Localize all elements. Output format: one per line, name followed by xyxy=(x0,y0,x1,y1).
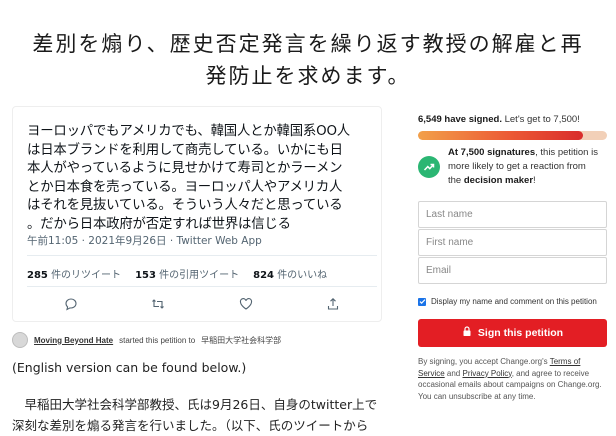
legal-text: By signing, you accept Change.org's xyxy=(418,357,550,366)
petition-body: (English version can be found below.) 早稲… xyxy=(12,357,382,436)
starter-name[interactable]: Moving Beyond Hate xyxy=(34,336,113,345)
legal-line-3: occasional emails about campaigns on Cha… xyxy=(418,380,602,389)
display-name-label[interactable]: Display my name and comment on this peti… xyxy=(431,297,597,306)
starter-action: started this petition to xyxy=(119,335,196,345)
signed-goal: Let's get to 7,500! xyxy=(504,114,580,125)
signature-progress-fill xyxy=(418,131,583,140)
reply-icon xyxy=(64,297,78,311)
signed-count: 6,549 have signed. xyxy=(418,114,502,125)
decision-maker-target: 早稲田大学社会科学部 xyxy=(201,335,282,345)
petition-title-line-2: 発防止を求めます。 xyxy=(205,64,411,89)
goal-text-2: more likely to get a reaction from xyxy=(448,161,586,172)
goal-text-3: the xyxy=(448,175,464,186)
legal-notice: By signing, you accept Change.org's Term… xyxy=(418,356,610,402)
retweet-icon xyxy=(151,297,165,311)
last-name-field[interactable]: Last name xyxy=(418,201,607,228)
privacy-policy-link[interactable]: Privacy Policy xyxy=(462,369,511,378)
tweet-stats: 285 件のリツイート 153 件の引用ツイート 824 件のいいね xyxy=(27,266,327,281)
retweet-stat: 285 件のリツイート xyxy=(27,266,121,281)
tweet-line: ヨーロッパでもアメリカでも、韓国人とか韓国系OO人 xyxy=(27,124,350,139)
tweet-timestamp: 午前11:05 · 2021年9月26日 · Twitter Web App xyxy=(27,235,262,247)
terms-of-service-link[interactable]: Service xyxy=(418,369,445,378)
goal-text-1: , this petition is xyxy=(535,147,598,158)
quote-label: 件の引用ツイート xyxy=(159,270,240,281)
retweet-count: 285 xyxy=(27,270,48,281)
goal-bold: At 7,500 signatures xyxy=(448,147,536,158)
terms-of-service-link[interactable]: Terms of xyxy=(550,357,581,366)
retweet-label: 件のリツイート xyxy=(51,270,122,281)
signature-progress-bar xyxy=(418,131,607,140)
display-name-checkbox[interactable] xyxy=(418,297,426,306)
tweet-line: はそれを見抜いている。そういう人々だと思っている xyxy=(27,198,343,214)
like-label: 件のいいね xyxy=(277,270,328,281)
body-paragraph: 深刻な差別を煽る発言を行いました。（以下、氏のツイートから xyxy=(12,418,369,433)
tweet-divider xyxy=(27,255,377,256)
like-count: 824 xyxy=(253,270,274,281)
goal-text: At 7,500 signatures, this petition is mo… xyxy=(448,146,598,188)
email-field[interactable]: Email xyxy=(418,257,607,284)
legal-line-2: Service and Privacy Policy, and agree to… xyxy=(418,368,610,380)
share-icon xyxy=(326,297,340,311)
first-name-field[interactable]: First name xyxy=(418,229,607,256)
like-stat: 824 件のいいね xyxy=(253,266,327,281)
tweet-divider xyxy=(27,286,377,287)
legal-line-1: By signing, you accept Change.org's Term… xyxy=(418,356,610,368)
tweet-line: は日本ブランドを利用して商売している。いかにも日 xyxy=(27,142,343,158)
quote-count: 153 xyxy=(135,270,156,281)
tweet-actions xyxy=(27,297,377,311)
quote-stat: 153 件の引用ツイート xyxy=(135,266,239,281)
heart-icon xyxy=(239,297,253,311)
legal-line-4: You can unsubscribe at any time. xyxy=(418,391,536,401)
sign-button-label: Sign this petition xyxy=(477,327,564,339)
decision-maker-label: decision maker xyxy=(463,175,534,186)
avatar xyxy=(12,332,28,348)
tweet-line: とか日本食を売っている。ヨーロッパ人やアメリカ人 xyxy=(27,179,343,195)
tweet-line: 。だから日本政府が否定すれば世界は信じる xyxy=(27,216,291,232)
legal-text: and xyxy=(444,368,463,378)
signature-count: 6,549 have signed. Let's get to 7,500! xyxy=(418,114,580,125)
petition-title: 差別を煽り、歴史否定発言を繰り返す教授の解雇と再 発防止を求めます。 xyxy=(0,28,616,92)
goal-end: ! xyxy=(533,175,536,186)
tweet-screenshot: ヨーロッパでもアメリカでも、韓国人とか韓国系OO人 は日本ブランドを利用して商売… xyxy=(12,106,382,322)
sign-petition-button[interactable]: Sign this petition xyxy=(418,319,607,347)
body-paragraph: 早稲田大学社会科学部教授、氏は9月26日、自身のtwitter上で xyxy=(12,397,378,412)
body-paragraph: (English version can be found below.) xyxy=(12,360,247,375)
lock-icon xyxy=(462,326,472,340)
goal-message: At 7,500 signatures, this petition is mo… xyxy=(418,146,608,188)
legal-text: , and agree to receive xyxy=(511,368,590,378)
petition-starter: Moving Beyond Hate started this petition… xyxy=(12,331,281,349)
petition-title-line-1: 差別を煽り、歴史否定発言を繰り返す教授の解雇と再 xyxy=(32,32,584,57)
tweet-line: 本人がやっているように見せかけて寿司とかラーメン xyxy=(27,161,343,177)
display-name-option: Display my name and comment on this peti… xyxy=(418,297,597,306)
tweet-text: ヨーロッパでもアメリカでも、韓国人とか韓国系OO人 は日本ブランドを利用して商売… xyxy=(27,123,377,235)
trending-up-icon xyxy=(418,156,440,178)
